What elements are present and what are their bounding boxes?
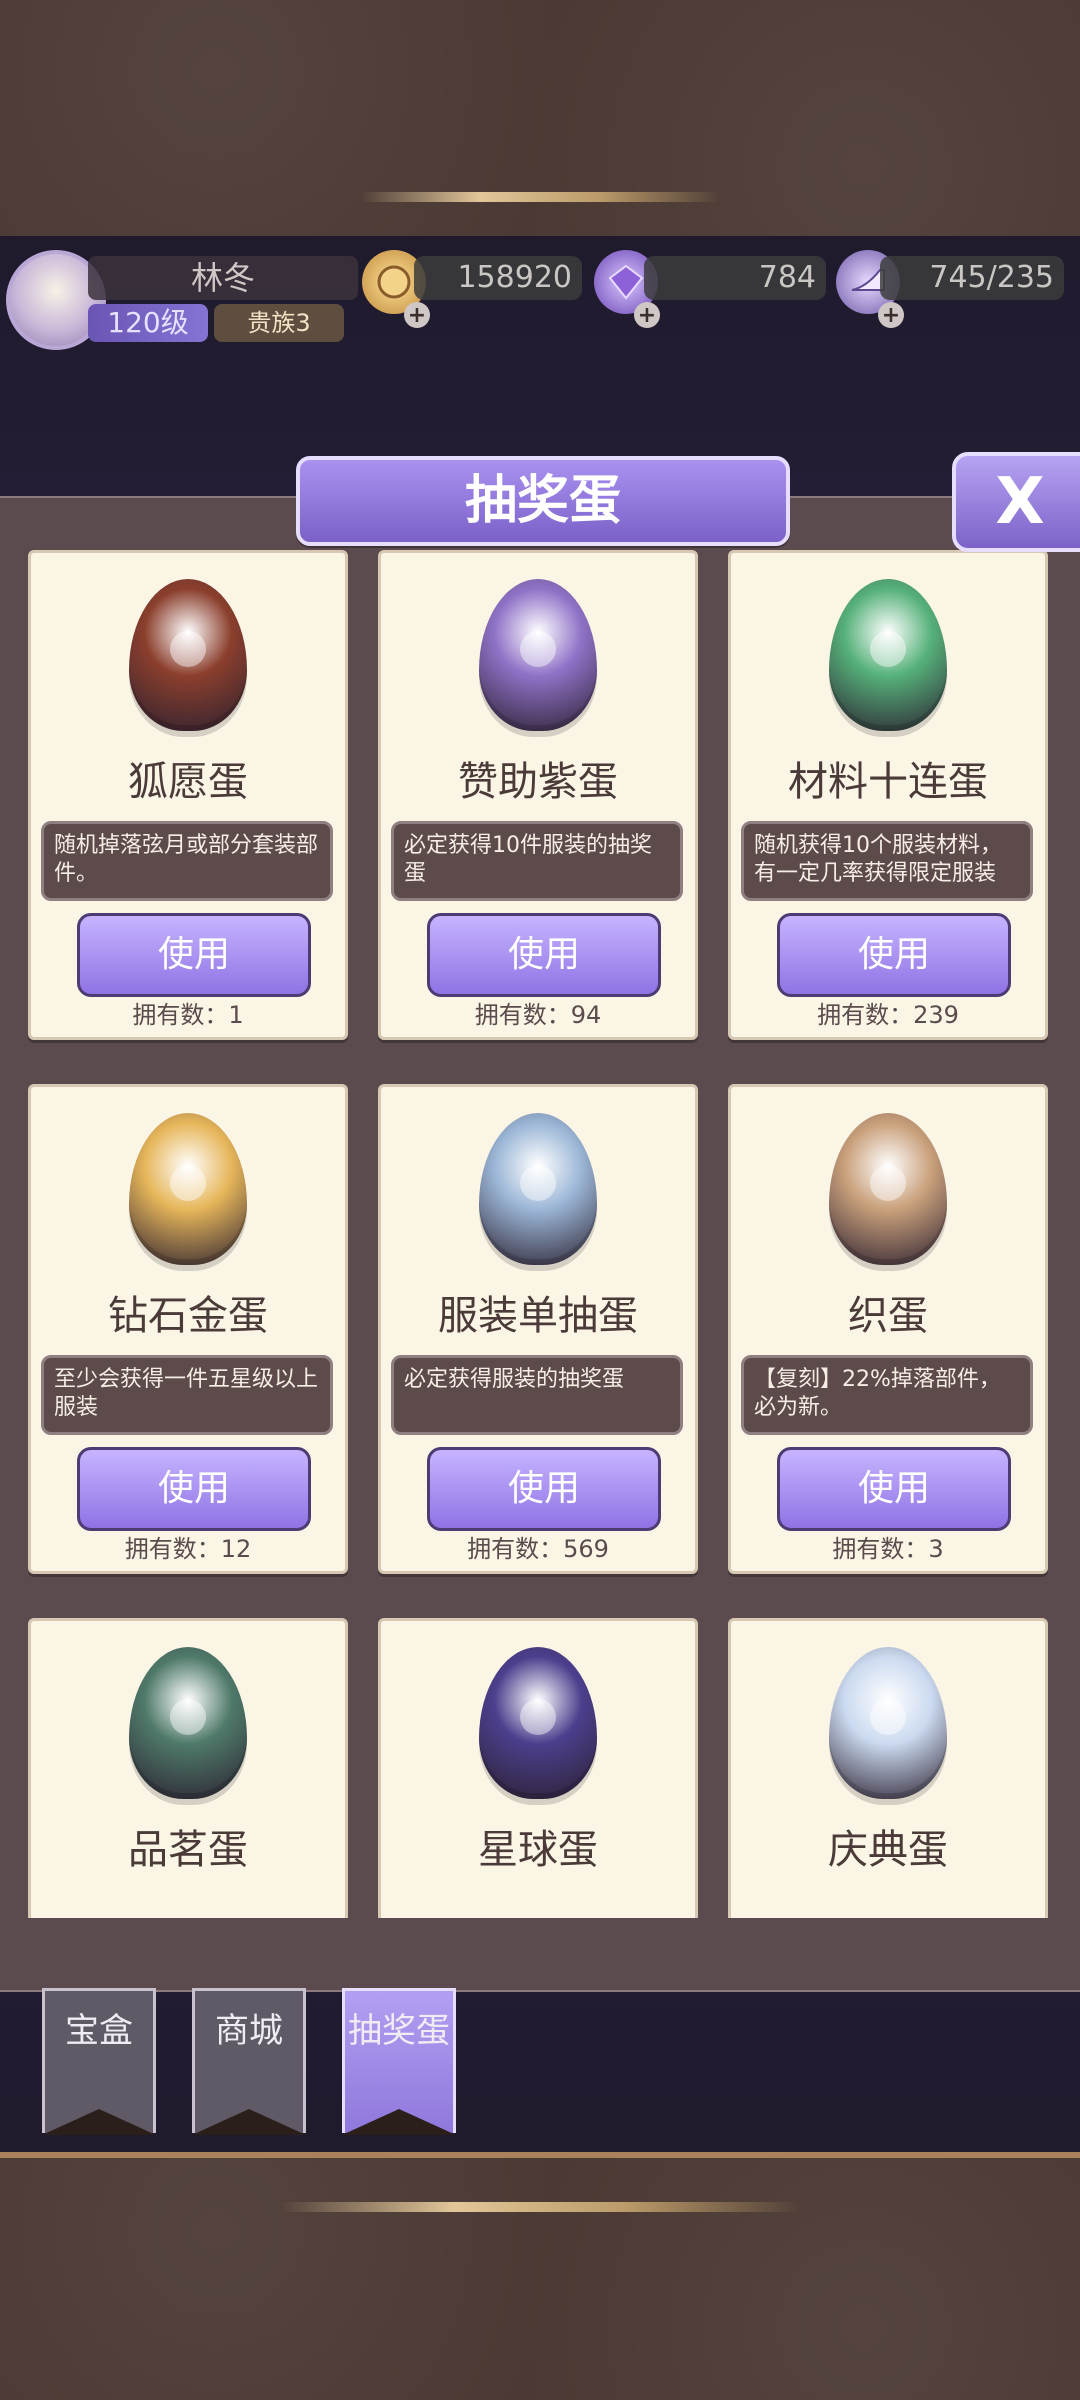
egg-card: 服装单抽蛋 必定获得服装的抽奖蛋 使用 拥有数：569 [378, 1084, 698, 1574]
egg-description: 必定获得10件服装的抽奖蛋 [391, 821, 683, 901]
tab-shop[interactable]: 商城 [192, 1988, 306, 2135]
gold-plus-button[interactable]: + [404, 302, 430, 328]
egg-title: 星球蛋 [478, 1827, 598, 1873]
egg-description: 【复刻】22%掉落部件，必为新。 [741, 1355, 1033, 1435]
egg-title: 服装单抽蛋 [438, 1293, 638, 1339]
bottom-decoration [0, 2152, 1080, 2400]
owned-count: 拥有数：3 [832, 1535, 944, 1563]
close-icon: X [995, 465, 1045, 539]
egg-card: 星球蛋 [378, 1618, 698, 1918]
egg-modal: 狐愿蛋 随机掉落弦月或部分套装部件。 使用 拥有数：1 赞助紫蛋 必定获得10件… [0, 496, 1080, 1992]
egg-icon [129, 1113, 247, 1265]
egg-title: 材料十连蛋 [788, 759, 988, 805]
owned-count: 拥有数：94 [474, 1001, 602, 1029]
owned-count: 拥有数：12 [124, 1535, 252, 1563]
energy-plus-button[interactable]: + [878, 302, 904, 328]
egg-icon [829, 1647, 947, 1799]
egg-description: 随机获得10个服装材料，有一定几率获得限定服装 [741, 821, 1033, 901]
egg-icon [829, 1113, 947, 1265]
egg-title: 赞助紫蛋 [458, 759, 618, 805]
use-button[interactable]: 使用 [77, 913, 311, 997]
status-bar: 林冬 120级 贵族3 + 158920 + 784 + 745/235 [0, 240, 1080, 360]
egg-card: 织蛋 【复刻】22%掉落部件，必为新。 使用 拥有数：3 [728, 1084, 1048, 1574]
egg-card: 赞助紫蛋 必定获得10件服装的抽奖蛋 使用 拥有数：94 [378, 550, 698, 1040]
gold-value: 158920 [414, 256, 582, 300]
top-ornament [360, 192, 720, 202]
egg-card: 狐愿蛋 随机掉落弦月或部分套装部件。 使用 拥有数：1 [28, 550, 348, 1040]
use-button[interactable]: 使用 [427, 913, 661, 997]
player-level: 120级 [88, 304, 208, 342]
player-rank: 贵族3 [214, 304, 344, 342]
egg-description: 必定获得服装的抽奖蛋 [391, 1355, 683, 1435]
egg-icon [129, 579, 247, 731]
egg-card: 材料十连蛋 随机获得10个服装材料，有一定几率获得限定服装 使用 拥有数：239 [728, 550, 1048, 1040]
owned-count: 拥有数：569 [467, 1535, 609, 1563]
use-button[interactable]: 使用 [427, 1447, 661, 1531]
modal-title: 抽奖蛋 [296, 456, 790, 546]
egg-icon [479, 1647, 597, 1799]
egg-card: 钻石金蛋 至少会获得一件五星级以上服装 使用 拥有数：12 [28, 1084, 348, 1574]
owned-count: 拥有数：239 [817, 1001, 959, 1029]
tab-eggs[interactable]: 抽奖蛋 [342, 1988, 456, 2135]
use-button[interactable]: 使用 [777, 1447, 1011, 1531]
egg-description: 随机掉落弦月或部分套装部件。 [41, 821, 333, 901]
egg-title: 狐愿蛋 [128, 759, 248, 805]
tab-treasure[interactable]: 宝盒 [42, 1988, 156, 2135]
egg-card: 庆典蛋 [728, 1618, 1048, 1918]
use-button[interactable]: 使用 [77, 1447, 311, 1531]
egg-title: 织蛋 [848, 1293, 928, 1339]
bottom-ornament [280, 2202, 800, 2212]
egg-icon [829, 579, 947, 731]
egg-icon [479, 1113, 597, 1265]
egg-title: 钻石金蛋 [108, 1293, 268, 1339]
top-decoration [0, 0, 1080, 242]
diamond-plus-button[interactable]: + [634, 302, 660, 328]
egg-icon [129, 1647, 247, 1799]
egg-title: 庆典蛋 [828, 1827, 948, 1873]
egg-description: 至少会获得一件五星级以上服装 [41, 1355, 333, 1435]
energy-value: 745/235 [880, 256, 1064, 300]
egg-grid: 狐愿蛋 随机掉落弦月或部分套装部件。 使用 拥有数：1 赞助紫蛋 必定获得10件… [28, 550, 1052, 1918]
owned-count: 拥有数：1 [132, 1001, 244, 1029]
close-button[interactable]: X [952, 452, 1080, 552]
player-name: 林冬 [88, 256, 358, 300]
egg-scroll-area[interactable]: 狐愿蛋 随机掉落弦月或部分套装部件。 使用 拥有数：1 赞助紫蛋 必定获得10件… [28, 550, 1052, 1918]
diamond-value: 784 [644, 256, 826, 300]
bottom-tabs: 宝盒 商城 抽奖蛋 [42, 1988, 456, 2138]
egg-card: 品茗蛋 [28, 1618, 348, 1918]
use-button[interactable]: 使用 [777, 913, 1011, 997]
egg-icon [479, 579, 597, 731]
egg-title: 品茗蛋 [128, 1827, 248, 1873]
